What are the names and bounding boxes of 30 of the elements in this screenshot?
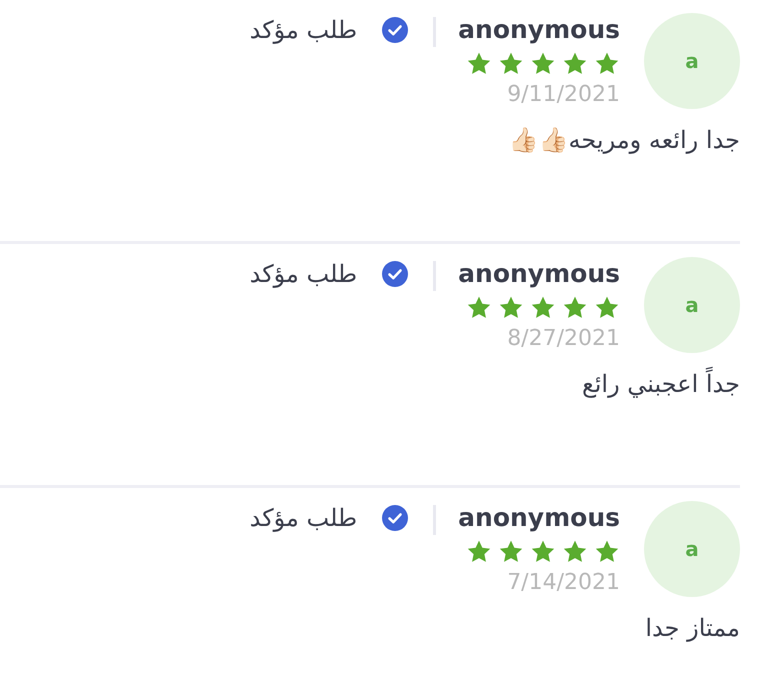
- avatar: a: [644, 13, 740, 109]
- star-icon: [498, 295, 524, 321]
- review-text: جداً اعجبني رائع: [582, 367, 740, 401]
- star-icon: [498, 51, 524, 77]
- reviewer-name: anonymous: [458, 503, 620, 533]
- avatar: a: [644, 501, 740, 597]
- star-icon: [562, 295, 588, 321]
- star-icon: [530, 51, 556, 77]
- review-date: 7/14/2021: [507, 569, 620, 597]
- star-icon: [562, 539, 588, 565]
- review-text: ممتاز جدا: [645, 613, 740, 644]
- star-icon: [466, 539, 492, 565]
- reviewer-name: anonymous: [458, 259, 620, 289]
- star-icon: [466, 51, 492, 77]
- star-icon: [530, 295, 556, 321]
- star-icon: [530, 539, 556, 565]
- star-icon: [562, 51, 588, 77]
- reviewer-name: anonymous: [458, 15, 620, 45]
- verified-label: طلب مؤكد: [250, 15, 358, 45]
- star-icon: [594, 539, 620, 565]
- verified-label: طلب مؤكد: [250, 503, 358, 533]
- star-icon: [466, 295, 492, 321]
- star-icon: [594, 295, 620, 321]
- star-icon: [498, 539, 524, 565]
- review-date: 8/27/2021: [507, 325, 620, 353]
- star-icon: [594, 51, 620, 77]
- verified-label: طلب مؤكد: [250, 259, 358, 289]
- review-text: جدا رائعه ومريحه👍🏻👍🏻: [508, 125, 740, 156]
- review-date: 9/11/2021: [507, 81, 620, 109]
- avatar: a: [644, 257, 740, 353]
